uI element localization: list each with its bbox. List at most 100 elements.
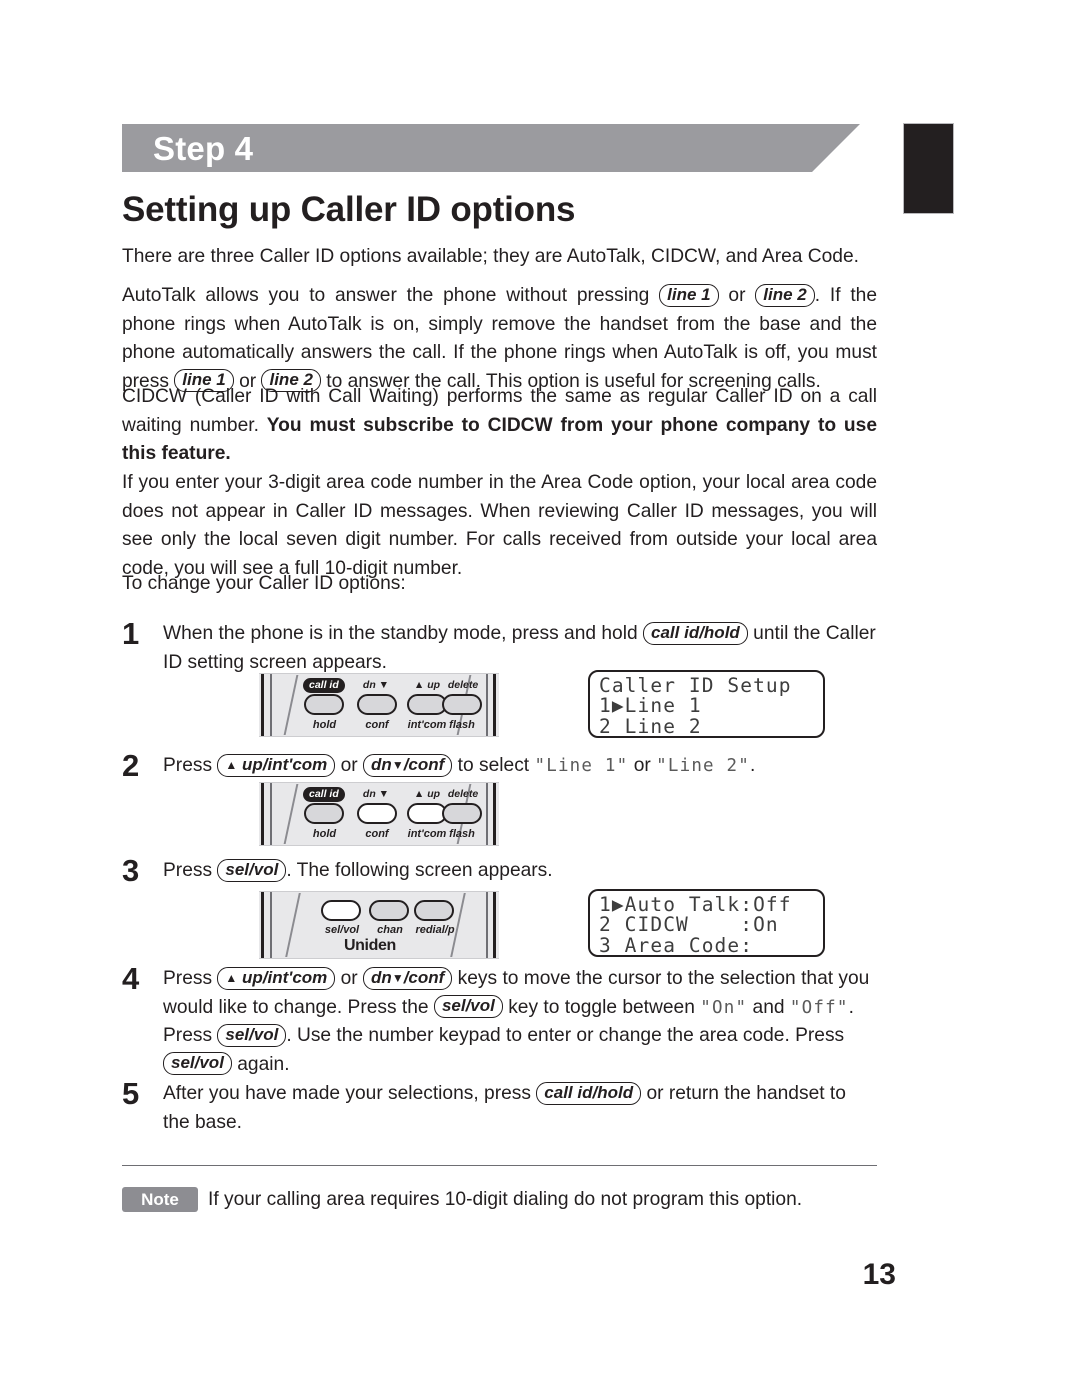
note-text: If your calling area requires 10-digit d… [208, 1189, 803, 1210]
key-up-intcom-label: up/int'com [242, 754, 328, 774]
key-call-id-hold[interactable]: call id/hold [643, 621, 748, 645]
keypad2-button-call-id-hold[interactable] [304, 803, 344, 824]
page-side-tab [903, 123, 954, 214]
keypad2-label-dn-down-arrow: dn ▼ [362, 788, 390, 800]
keypad3-button-chan[interactable] [369, 900, 409, 921]
step-number-5: 5 [122, 1076, 140, 1111]
keypad-button-up-intcom[interactable] [407, 694, 447, 715]
keypad-label-dn-down-arrow: dn ▼ [362, 679, 390, 691]
key-call-id-hold-b[interactable]: call id/hold [536, 1081, 642, 1105]
lcd-screen-caller-id-setup: Caller ID Setup 1▶Line 1 2 Line 2 [588, 670, 825, 738]
uniden-logo: Uniden [344, 937, 396, 954]
key-dn-conf-label: dn [371, 754, 392, 774]
key-sel-vol-d-label: sel/vol [171, 1053, 224, 1073]
keypad2-edge-bar [261, 783, 264, 845]
keypad-button-call-id-hold[interactable] [304, 694, 344, 715]
lcd2-line-1: 1▶Auto Talk:Off [599, 893, 792, 916]
key-line-2[interactable]: line 2 [755, 283, 815, 307]
step-banner-label: Step 4 [153, 130, 254, 167]
key-dn-conf[interactable]: dn▼/conf [363, 753, 453, 777]
step4-lcd-off: "Off" [789, 997, 849, 1018]
step-text-2: Press ▲ up/int'com or dn▼/conf to select… [163, 752, 877, 781]
step2-text-e: . [750, 755, 756, 776]
intro-p2-or: or [728, 285, 746, 306]
key-dn-conf-b-suffix: /conf [403, 967, 445, 987]
keypad3-button-sel-vol[interactable] [321, 900, 361, 921]
keypad-illustration-step1: call id hold dn ▼ conf ▲ up int'com dele… [259, 673, 499, 737]
keypad3-label-sel-vol: sel/vol [324, 924, 360, 936]
lcd2-line-3: 3 Area Code: [599, 933, 754, 957]
note-badge: Note [122, 1187, 198, 1212]
lcd-screen-options: 1▶Auto Talk:Off 2 CIDCW :On 3 Area Code: [588, 889, 825, 957]
step2-text-d: or [633, 755, 651, 776]
key-sel-vol[interactable]: sel/vol [217, 858, 287, 882]
step-text-5: After you have made your selections, pre… [163, 1080, 877, 1137]
keypad2-button-dn-conf[interactable] [357, 803, 397, 824]
step-text-1: When the phone is in the standby mode, p… [163, 620, 877, 677]
step2-text-a: Press [163, 755, 213, 776]
keypad3-edge-bar [261, 892, 264, 958]
step-number-3: 3 [122, 853, 140, 888]
keypad-label-flash: flash [449, 719, 475, 731]
key-line-1-label: line 1 [667, 284, 711, 304]
step-number-4: 4 [122, 961, 140, 996]
key-sel-vol-d[interactable]: sel/vol [163, 1052, 232, 1076]
lcd1-line-3: 2 Line 2 [599, 714, 702, 738]
keypad-label-conf: conf [365, 719, 389, 731]
intro-p5-text: To change your Caller ID options: [122, 573, 406, 594]
keypad2-label-conf: conf [365, 828, 389, 840]
keypad2-divider-line [283, 784, 299, 844]
keypad3-edge-bar-2 [270, 892, 272, 958]
keypad3-divider-line [285, 893, 301, 957]
keypad2-label-delete: delete [447, 788, 479, 800]
key-line-1[interactable]: line 1 [659, 283, 719, 307]
step-text-4: Press ▲ up/int'com or dn▼/conf keys to m… [163, 965, 877, 1079]
intro-paragraph-2: AutoTalk allows you to answer the phone … [122, 282, 877, 396]
step3-text-a: Press [163, 860, 213, 881]
key-sel-vol-label: sel/vol [225, 859, 279, 879]
step4-text-g: . Use the number keypad to enter or chan… [286, 1025, 845, 1047]
intro-p1-text: There are three Caller ID options availa… [122, 246, 859, 267]
keypad3-edge-bar-3 [486, 892, 488, 958]
keypad-illustration-step3: sel/vol chan redial/p Uniden [259, 891, 499, 959]
keypad-illustration-step2: call id hold dn ▼ conf ▲ up int'com dele… [259, 782, 499, 846]
keypad-edge-bar [261, 674, 264, 736]
key-sel-vol-b-label: sel/vol [441, 996, 495, 1016]
step4-text-h: again. [237, 1053, 290, 1075]
keypad-button-delete-flash[interactable] [442, 694, 482, 715]
keypad-button-dn-conf[interactable] [357, 694, 397, 715]
note-divider [122, 1165, 877, 1166]
step-text-3: Press sel/vol . The following screen appe… [163, 857, 877, 886]
page-number: 13 [862, 1258, 896, 1291]
step2-text-c: to select [457, 755, 530, 776]
page-title: Setting up Caller ID options [122, 190, 576, 229]
step2-text-b: or [340, 755, 358, 776]
intro-p4-text: If you enter your 3-digit area code numb… [122, 472, 877, 579]
manual-page: Step 4 Setting up Caller ID options Ther… [0, 0, 1080, 1386]
step1-text-a: When the phone is in the standby mode, p… [163, 623, 638, 644]
key-sel-vol-b[interactable]: sel/vol [433, 995, 503, 1019]
keypad2-label-hold: hold [312, 828, 337, 840]
keypad-label-call-id: call id [303, 678, 345, 693]
step4-lcd-on: "On" [700, 997, 748, 1018]
key-up-intcom[interactable]: ▲ up/int'com [217, 753, 336, 777]
step4-text-b: or [340, 968, 358, 989]
step2-lcd-line1: "Line 1" [534, 756, 629, 776]
intro-paragraph-4: If you enter your 3-digit area code numb… [122, 469, 877, 583]
keypad3-button-redial-p[interactable] [414, 900, 454, 921]
keypad-divider-line [283, 675, 299, 735]
keypad2-button-up-intcom[interactable] [407, 803, 447, 824]
key-dn-conf-b-label: dn [371, 967, 392, 987]
key-call-id-hold-b-label: call id/hold [544, 1082, 634, 1102]
key-up-intcom-b[interactable]: ▲ up/int'com [217, 966, 336, 990]
intro-p2a-text: AutoTalk allows you to answer the phone … [122, 285, 650, 306]
key-sel-vol-c[interactable]: sel/vol [217, 1023, 287, 1047]
keypad2-label-flash: flash [449, 828, 475, 840]
lcd1-line-1: Caller ID Setup [599, 674, 792, 697]
keypad2-button-delete-flash[interactable] [442, 803, 482, 824]
key-call-id-hold-label: call id/hold [651, 622, 740, 642]
step4-text-e: and [752, 996, 785, 1018]
keypad3-label-chan: chan [377, 924, 403, 936]
key-dn-conf-b[interactable]: dn▼/conf [363, 966, 453, 990]
lcd1-line-2: 1▶Line 1 [599, 694, 702, 718]
